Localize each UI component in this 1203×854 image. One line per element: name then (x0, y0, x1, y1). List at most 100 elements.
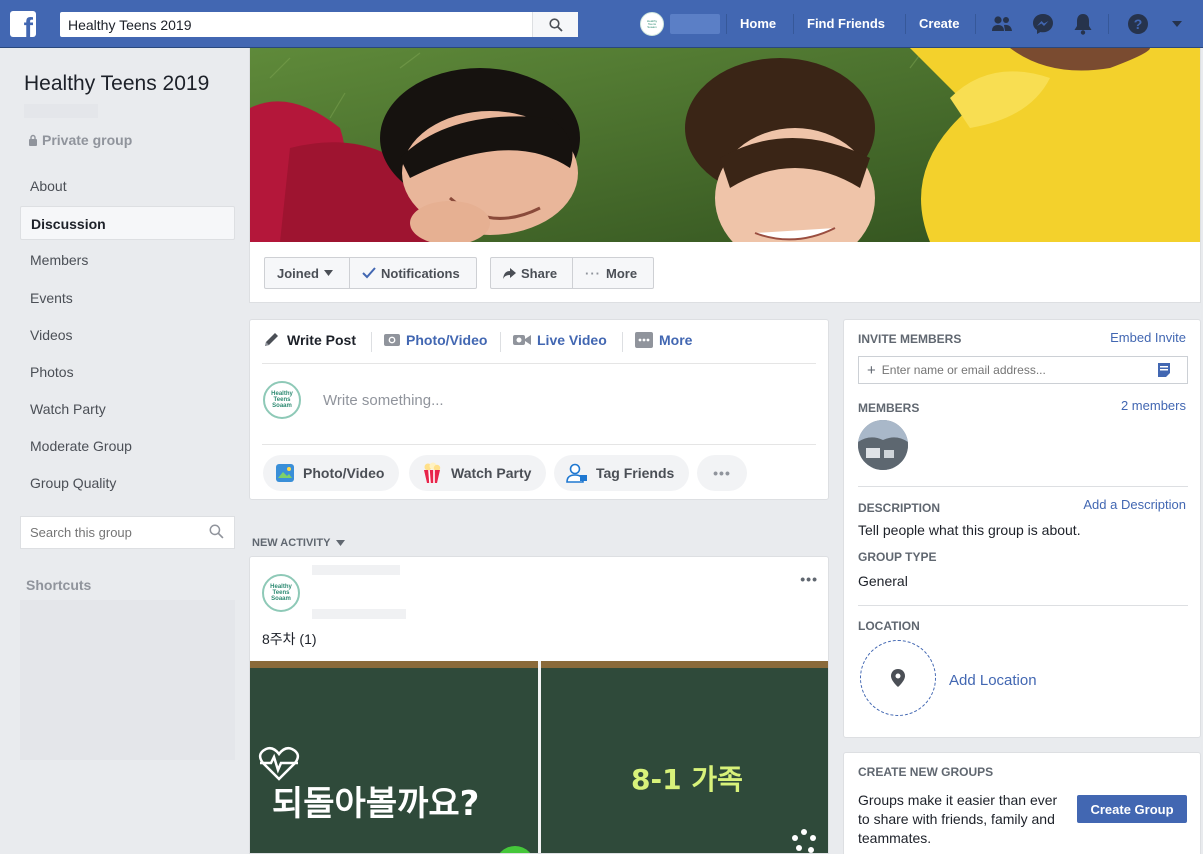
facebook-logo-icon[interactable]: f (10, 11, 36, 37)
notifications-button[interactable]: Notifications (349, 257, 477, 289)
caret-down-icon (336, 540, 346, 546)
search-icon[interactable] (209, 524, 224, 539)
embed-invite-link[interactable]: Embed Invite (1110, 330, 1186, 345)
sidebar-item-moderate-group[interactable]: Moderate Group (20, 429, 235, 463)
group-info-card: INVITE MEMBERS Embed Invite + MEMBERS 2 … (843, 319, 1201, 738)
top-navigation-bar: f HealthyTeensSoaam Home Find Friends Cr… (0, 0, 1203, 48)
decorative-dots-icon (792, 829, 816, 853)
joined-button[interactable]: Joined (264, 257, 350, 289)
tab-photo-video[interactable]: Photo/Video (384, 330, 487, 350)
help-icon[interactable]: ? (1127, 13, 1149, 35)
messenger-icon[interactable] (1032, 13, 1054, 35)
post-author-avatar[interactable]: Healthy Teens Soaam (262, 574, 300, 612)
svg-text:?: ? (1134, 16, 1143, 32)
sidebar-item-about[interactable]: About (20, 169, 235, 203)
tab-divider (500, 332, 501, 352)
photo-video-label: Photo/Video (303, 465, 385, 481)
post-author-avatar-text: Healthy Teens Soaam (270, 584, 292, 602)
watch-party-label: Watch Party (451, 465, 532, 481)
create-groups-heading: CREATE NEW GROUPS (858, 765, 994, 779)
add-location-circle[interactable] (860, 640, 936, 716)
nav-divider (1108, 14, 1109, 34)
tab-write-post[interactable]: Write Post (263, 330, 356, 350)
nav-divider (726, 14, 727, 34)
lock-icon (29, 134, 37, 146)
tag-friends-icon (566, 463, 587, 483)
photo-video-button[interactable]: Photo/Video (263, 455, 399, 491)
tab-live-video[interactable]: Live Video (513, 330, 607, 350)
member-avatar[interactable] (858, 420, 908, 470)
post-image-left[interactable]: 되돌아볼까요? (250, 661, 538, 853)
global-search-box[interactable] (60, 12, 578, 37)
description-text: Tell people what this group is about. (858, 522, 1081, 538)
composer-text-field[interactable]: Write something... (323, 392, 444, 409)
composer-divider (262, 363, 816, 364)
notifications-bell-icon[interactable] (1072, 13, 1094, 35)
feed-post: Healthy Teens Soaam ••• 8주차 (1) 되돌아볼까요? … (249, 556, 829, 854)
friend-requests-icon[interactable] (991, 13, 1013, 35)
post-composer: Write Post Photo/Video Live Video More H… (249, 319, 829, 500)
tab-write-post-label: Write Post (287, 332, 356, 348)
create-group-button[interactable]: Create Group (1077, 795, 1187, 823)
sidebar-item-discussion[interactable]: Discussion (20, 206, 235, 240)
post-timestamp-redacted (312, 609, 406, 619)
post-image-right[interactable]: 8-1 가족 (541, 661, 828, 853)
feed-sort-selector[interactable]: NEW ACTIVITY (252, 537, 346, 549)
group-search-input[interactable] (21, 517, 196, 548)
group-avatar-text: Healthy Teens Soaam (271, 391, 293, 409)
map-pin-icon (891, 669, 905, 687)
more-dots-icon: ••• (713, 465, 731, 481)
section-divider (858, 486, 1188, 487)
tag-friends-button[interactable]: Tag Friends (554, 455, 689, 491)
share-arrow-icon (503, 267, 516, 279)
nav-home-link[interactable]: Home (740, 16, 776, 31)
share-button[interactable]: Share (490, 257, 573, 289)
global-search-input[interactable] (60, 12, 530, 37)
nav-create-link[interactable]: Create (919, 16, 959, 31)
joined-label: Joined (277, 265, 319, 281)
more-actions-button[interactable]: ••• (697, 455, 747, 491)
description-heading: DESCRIPTION (858, 501, 941, 515)
add-location-link[interactable]: Add Location (949, 672, 1037, 689)
tab-photo-video-label: Photo/Video (406, 332, 488, 348)
search-button[interactable] (532, 12, 578, 37)
nav-find-friends-link[interactable]: Find Friends (807, 16, 885, 31)
tag-friends-label: Tag Friends (596, 465, 675, 481)
video-camera-icon (513, 335, 531, 345)
group-type-heading: GROUP TYPE (858, 550, 937, 564)
group-avatar: Healthy Teens Soaam (263, 381, 301, 419)
post-options-icon[interactable]: ••• (800, 571, 818, 587)
note-icon[interactable] (1157, 363, 1170, 377)
sidebar-item-videos[interactable]: Videos (20, 318, 235, 352)
board-text-left: 되돌아볼까요? (272, 784, 480, 824)
invite-input[interactable] (881, 363, 1152, 377)
profile-name-redacted[interactable] (670, 14, 720, 34)
members-count-link[interactable]: 2 members (1121, 398, 1186, 413)
more-button[interactable]: ··· More (572, 257, 654, 289)
profile-avatar[interactable]: Healthy Teens Soaam (640, 12, 664, 36)
tab-divider (371, 332, 372, 352)
pencil-icon (265, 333, 278, 346)
photo-icon (276, 464, 294, 482)
sidebar-item-photos[interactable]: Photos (20, 355, 235, 389)
sidebar-item-group-quality[interactable]: Group Quality (20, 466, 235, 500)
watch-party-button[interactable]: Watch Party (409, 455, 546, 491)
group-title[interactable]: Healthy Teens 2019 (24, 72, 209, 96)
create-groups-text: Groups make it easier than ever to share… (858, 792, 1058, 846)
sidebar-item-events[interactable]: Events (20, 281, 235, 315)
add-description-link[interactable]: Add a Description (1083, 497, 1186, 512)
account-menu-chevron-icon[interactable] (1166, 13, 1188, 35)
shortcuts-placeholder (20, 600, 235, 760)
nav-divider (975, 14, 976, 34)
sidebar-item-members[interactable]: Members (20, 243, 235, 277)
checkmark-icon (362, 267, 376, 279)
camera-icon (384, 334, 400, 346)
tab-more[interactable]: More (635, 330, 692, 350)
group-cover-card: Joined Notifications Share ··· More (249, 48, 1201, 303)
invite-field[interactable]: + (858, 356, 1188, 384)
cover-photo[interactable] (250, 48, 1200, 242)
decorative-green-circle (495, 846, 535, 853)
group-search-box[interactable] (20, 516, 235, 549)
sidebar-item-watch-party[interactable]: Watch Party (20, 392, 235, 426)
popcorn-icon (424, 462, 441, 484)
